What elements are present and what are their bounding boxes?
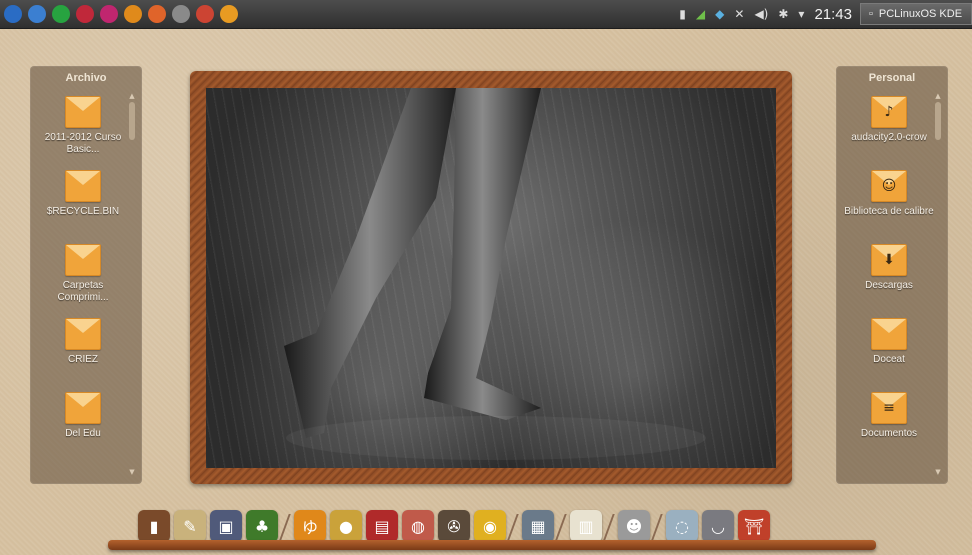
distro-label: PCLinuxOS KDE [878,8,963,20]
window-icon: ▫ [869,8,873,20]
folder-icon [871,318,907,350]
photo [206,88,776,468]
door-icon[interactable]: ▮ [138,510,170,542]
clock[interactable]: 21:43 [814,6,852,23]
file-item[interactable]: CRIEZ [38,318,128,366]
file-label: Documentos [860,428,918,439]
file-label: Del Edu [65,428,101,439]
network-icon[interactable] [52,5,70,23]
documents-folder-icon: ≡ [871,392,907,424]
file-label: 2011-2012 Curso Basic... [44,132,122,155]
music-folder-icon: ♪ [871,96,907,128]
dock-separator [507,514,519,540]
file-item[interactable]: ☺ Biblioteca de calibre [844,170,934,218]
scroll-thumb[interactable] [935,102,941,140]
file-item[interactable]: Doceat [844,318,934,366]
file-label: CRIEZ [68,354,98,365]
bluetooth-icon[interactable]: ✱ [778,7,788,21]
file-label: Doceat [873,354,905,365]
yellow-ball-icon[interactable]: ◉ [474,510,506,542]
app-magenta-icon[interactable] [100,5,118,23]
dock: ▮ ✎ ▣ ♣ ゆ ● ▤ ◍ ✇ ◉ ▦ ▥ ☻ ◌ ◡ ⛩ [108,504,876,550]
pclinuxos-menu-icon[interactable] [4,5,22,23]
app-red-icon[interactable] [76,5,94,23]
file-item[interactable]: ⬇ Descargas [844,244,934,292]
taskbar-window-tab[interactable]: ▫ PCLinuxOS KDE [860,3,972,25]
dock-shelf [108,540,876,550]
painting-icon[interactable]: ✎ [174,510,206,542]
shield-icon[interactable]: ◆ [715,7,724,21]
file-item[interactable]: $RECYCLE.BIN [38,170,128,218]
dock-separator [555,514,567,540]
terminal-icon[interactable]: ▦ [522,510,554,542]
pager-icon[interactable] [172,5,190,23]
file-item[interactable]: ≡ Documentos [844,392,934,440]
file-item[interactable]: ♪ audacity2.0-crow [844,96,934,144]
file-item[interactable]: Carpetas Comprimi... [38,244,128,304]
snow-globe-icon[interactable]: ◌ [666,510,698,542]
dock-separator [279,514,291,540]
folder-view-archivo[interactable]: Archivo 2011-2012 Curso Basic... $RECYCLE… [30,66,142,484]
scroll-down-icon[interactable]: ▼ [128,468,136,476]
folder-icon [65,318,101,350]
folder-icon [65,96,101,128]
tools-icon[interactable]: ✕ [734,7,744,21]
paper-icon[interactable]: ▥ [570,510,602,542]
system-tray: ▮ ◢ ◆ ✕ ◀) ✱ ▾ 21:43 [679,4,852,24]
robot-icon[interactable]: ☻ [618,510,650,542]
tree-icon[interactable]: ♣ [246,510,278,542]
globe-icon[interactable] [28,5,46,23]
scroll-thumb[interactable] [129,102,135,140]
folder-icon [65,392,101,424]
signal-icon[interactable]: ◢ [696,7,705,21]
photo-frame-widget[interactable] [190,71,792,484]
clipboard-icon[interactable]: ▮ [679,7,686,21]
firefox-icon[interactable] [148,5,166,23]
dock-separator [651,514,663,540]
downloads-folder-icon: ⬇ [871,244,907,276]
bowl-icon[interactable]: ◡ [702,510,734,542]
torii-icon[interactable]: ⛩ [738,510,770,542]
folder-icon [65,244,101,276]
file-label: Carpetas Comprimi... [57,280,109,303]
coin-icon[interactable]: ● [330,510,362,542]
map-icon[interactable]: ◍ [402,510,434,542]
projector-icon[interactable]: ✇ [438,510,470,542]
file-label: Biblioteca de calibre [844,206,934,217]
orange-block-icon[interactable]: ゆ [294,510,326,542]
file-item[interactable]: Del Edu [38,392,128,440]
app-orange-icon[interactable] [124,5,142,23]
folder-view-title: Archivo [65,72,107,84]
legs-silhouette [284,88,706,460]
file-item[interactable]: 2011-2012 Curso Basic... [38,96,128,156]
volume-icon[interactable]: ◀) [754,7,768,21]
scrollbar[interactable]: ▲ ▼ [934,92,942,476]
chevron-down-icon[interactable]: ▾ [798,7,804,21]
safe-icon[interactable]: ▣ [210,510,242,542]
scrollbar[interactable]: ▲ ▼ [128,92,136,476]
scroll-up-icon[interactable]: ▲ [934,92,942,100]
file-label: audacity2.0-crow [851,132,927,143]
app-amber-icon[interactable] [220,5,238,23]
calibre-icon: ☺ [871,170,907,202]
file-label: $RECYCLE.BIN [46,206,120,217]
file-label: Descargas [865,280,913,291]
launcher-area [4,4,238,24]
app-small-icon[interactable] [196,5,214,23]
red-box-icon[interactable]: ▤ [366,510,398,542]
folder-icon [65,170,101,202]
top-panel: ▮ ◢ ◆ ✕ ◀) ✱ ▾ 21:43 ▫ PCLinuxOS KDE [0,0,972,29]
scroll-down-icon[interactable]: ▼ [934,468,942,476]
folder-view-personal[interactable]: Personal ♪ audacity2.0-crow ☺ Biblioteca de… [836,66,948,484]
folder-view-title: Personal [868,72,916,84]
dock-separator [603,514,615,540]
scroll-up-icon[interactable]: ▲ [128,92,136,100]
